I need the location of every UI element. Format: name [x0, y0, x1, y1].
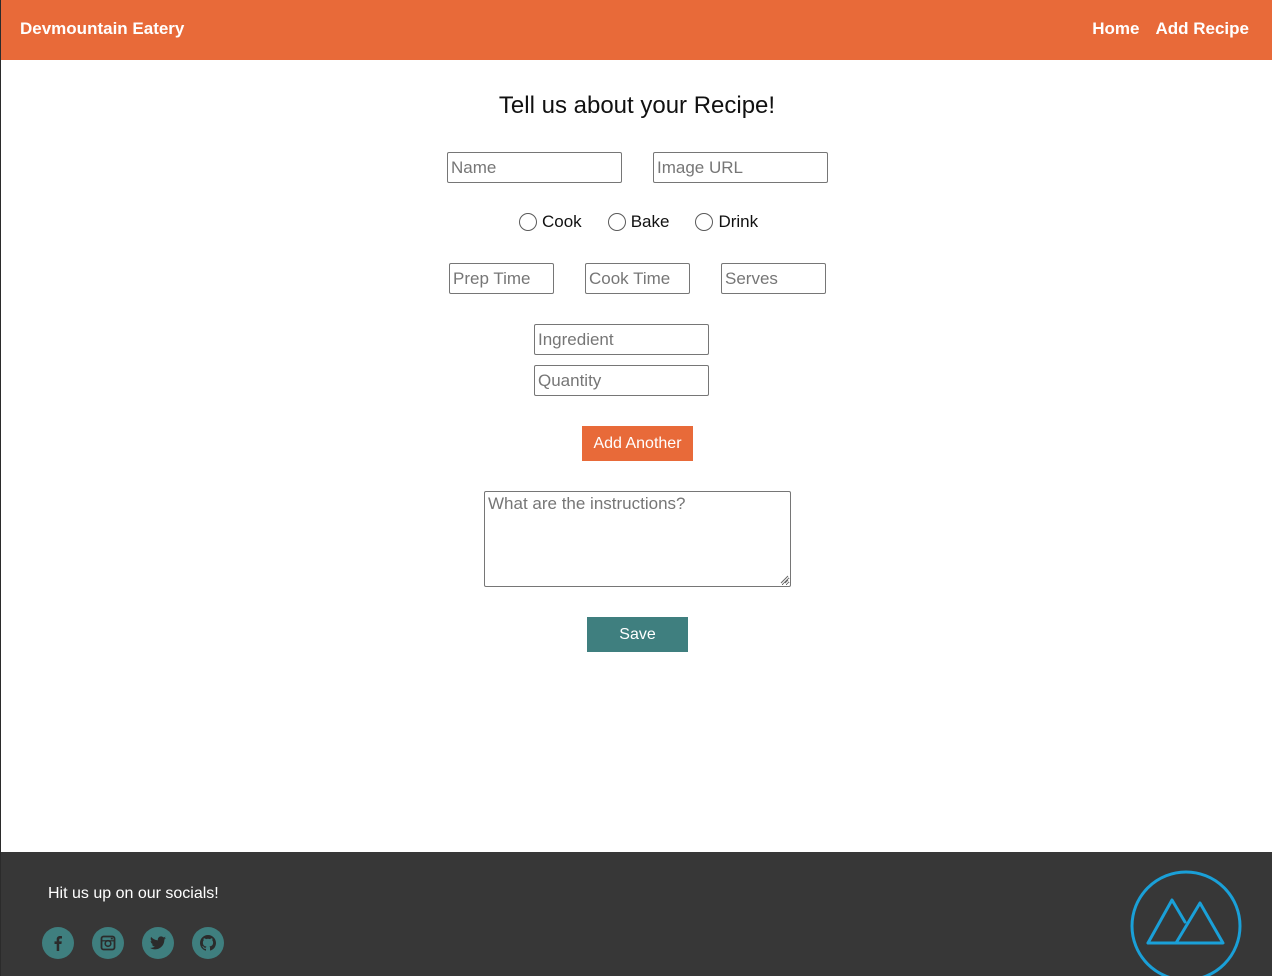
nav-home-link[interactable]: Home: [1092, 19, 1139, 39]
page: Devmountain Eatery Home Add Recipe Tell …: [0, 0, 1272, 976]
brand-title[interactable]: Devmountain Eatery: [20, 19, 184, 39]
radio-bake[interactable]: Bake: [607, 212, 670, 232]
nav-add-recipe-link[interactable]: Add Recipe: [1155, 19, 1249, 39]
radio-cook[interactable]: Cook: [519, 212, 582, 232]
cook-time-input[interactable]: [585, 263, 690, 294]
radio-drink-button[interactable]: [695, 213, 714, 231]
serves-input[interactable]: [721, 263, 826, 294]
ingredient-input[interactable]: [534, 324, 709, 355]
instagram-icon[interactable]: [92, 927, 124, 959]
add-another-button[interactable]: Add Another: [582, 426, 693, 461]
social-links: [42, 927, 224, 959]
instructions-textarea[interactable]: [484, 491, 791, 587]
prep-time-input[interactable]: [449, 263, 554, 294]
footer: Hit us up on our socials!: [1, 852, 1272, 976]
top-navbar: Devmountain Eatery Home Add Recipe: [1, 0, 1272, 60]
devmountain-logo[interactable]: [1130, 870, 1242, 976]
radio-drink[interactable]: Drink: [695, 212, 758, 232]
nav-links: Home Add Recipe: [1092, 19, 1249, 39]
footer-text: Hit us up on our socials!: [48, 885, 219, 902]
twitter-icon[interactable]: [142, 927, 174, 959]
radio-bake-button[interactable]: [607, 213, 626, 231]
radio-cook-button[interactable]: [519, 213, 537, 231]
recipe-type-radio-group: Cook Bake Drink: [519, 212, 758, 232]
save-button[interactable]: Save: [587, 617, 688, 652]
radio-drink-label: Drink: [718, 212, 759, 231]
radio-cook-label: Cook: [542, 212, 582, 231]
facebook-icon[interactable]: [42, 927, 74, 959]
github-icon[interactable]: [192, 927, 224, 959]
name-input[interactable]: [447, 152, 622, 183]
quantity-input[interactable]: [534, 365, 709, 396]
radio-bake-label: Bake: [630, 212, 670, 231]
image-url-input[interactable]: [653, 152, 828, 183]
form-title: Tell us about your Recipe!: [498, 92, 776, 119]
